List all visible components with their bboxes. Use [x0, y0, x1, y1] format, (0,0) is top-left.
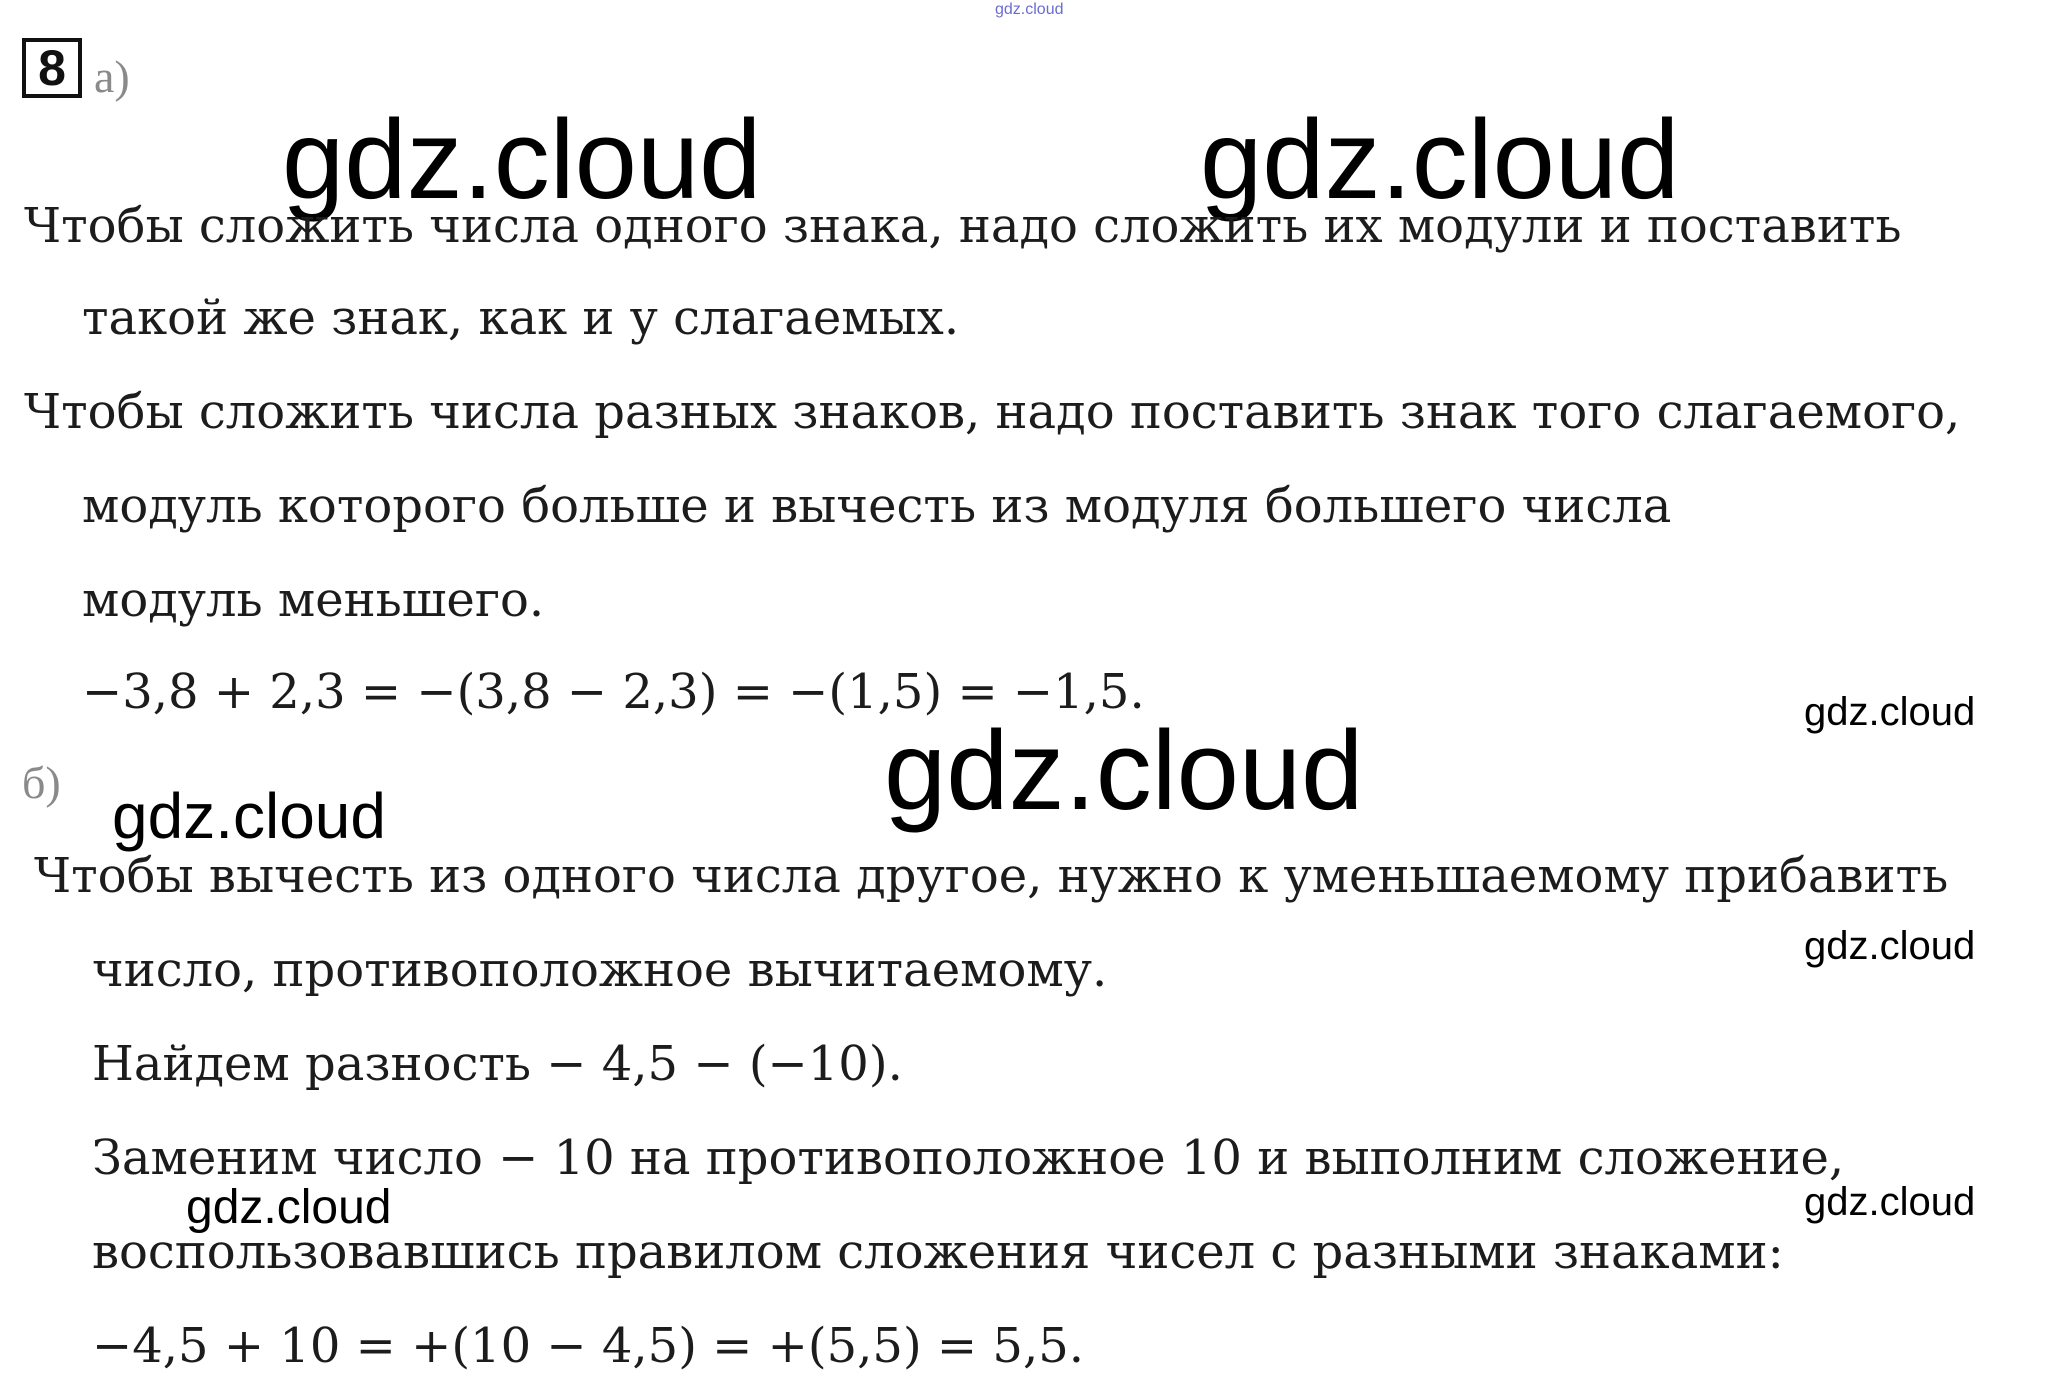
part-a-line-4: модуль которого больше и вычесть из моду… — [82, 478, 1672, 534]
part-b-equation: −4,5 + 10 = +(10 − 4,5) = +(5,5) = 5,5. — [92, 1318, 1084, 1374]
part-a-label: а) — [94, 51, 130, 102]
part-a-line-2: такой же знак, как и у слагаемых. — [82, 290, 960, 346]
watermark-mid-1: gdz.cloud — [112, 780, 386, 852]
task-number-box: 8 — [22, 38, 82, 98]
part-b-line-4: Заменим число − 10 на противоположное 10… — [92, 1130, 1845, 1186]
watermark-big-middle: gdz.cloud — [884, 708, 1364, 833]
part-b-line-2: число, противоположное вычитаемому. — [92, 942, 1108, 998]
part-a-line-3: Чтобы сложить числа разных знаков, надо … — [24, 384, 1961, 440]
watermark-small-2: gdz.cloud — [1804, 924, 1976, 968]
watermark-mid-2: gdz.cloud — [186, 1181, 392, 1234]
watermark-top: gdz.cloud — [995, 1, 1064, 18]
watermark-small-3: gdz.cloud — [1804, 1180, 1976, 1224]
part-b-line-1: Чтобы вычесть из одного числа другое, ну… — [34, 848, 1949, 904]
watermark-small-1: gdz.cloud — [1804, 690, 1976, 734]
part-b-label: б) — [22, 757, 61, 808]
part-a-line-5: модуль меньшего. — [82, 572, 545, 628]
part-b-line-3: Найдем разность − 4,5 − (−10). — [92, 1036, 903, 1092]
part-a-line-1: Чтобы сложить числа одного знака, надо с… — [24, 198, 1902, 254]
